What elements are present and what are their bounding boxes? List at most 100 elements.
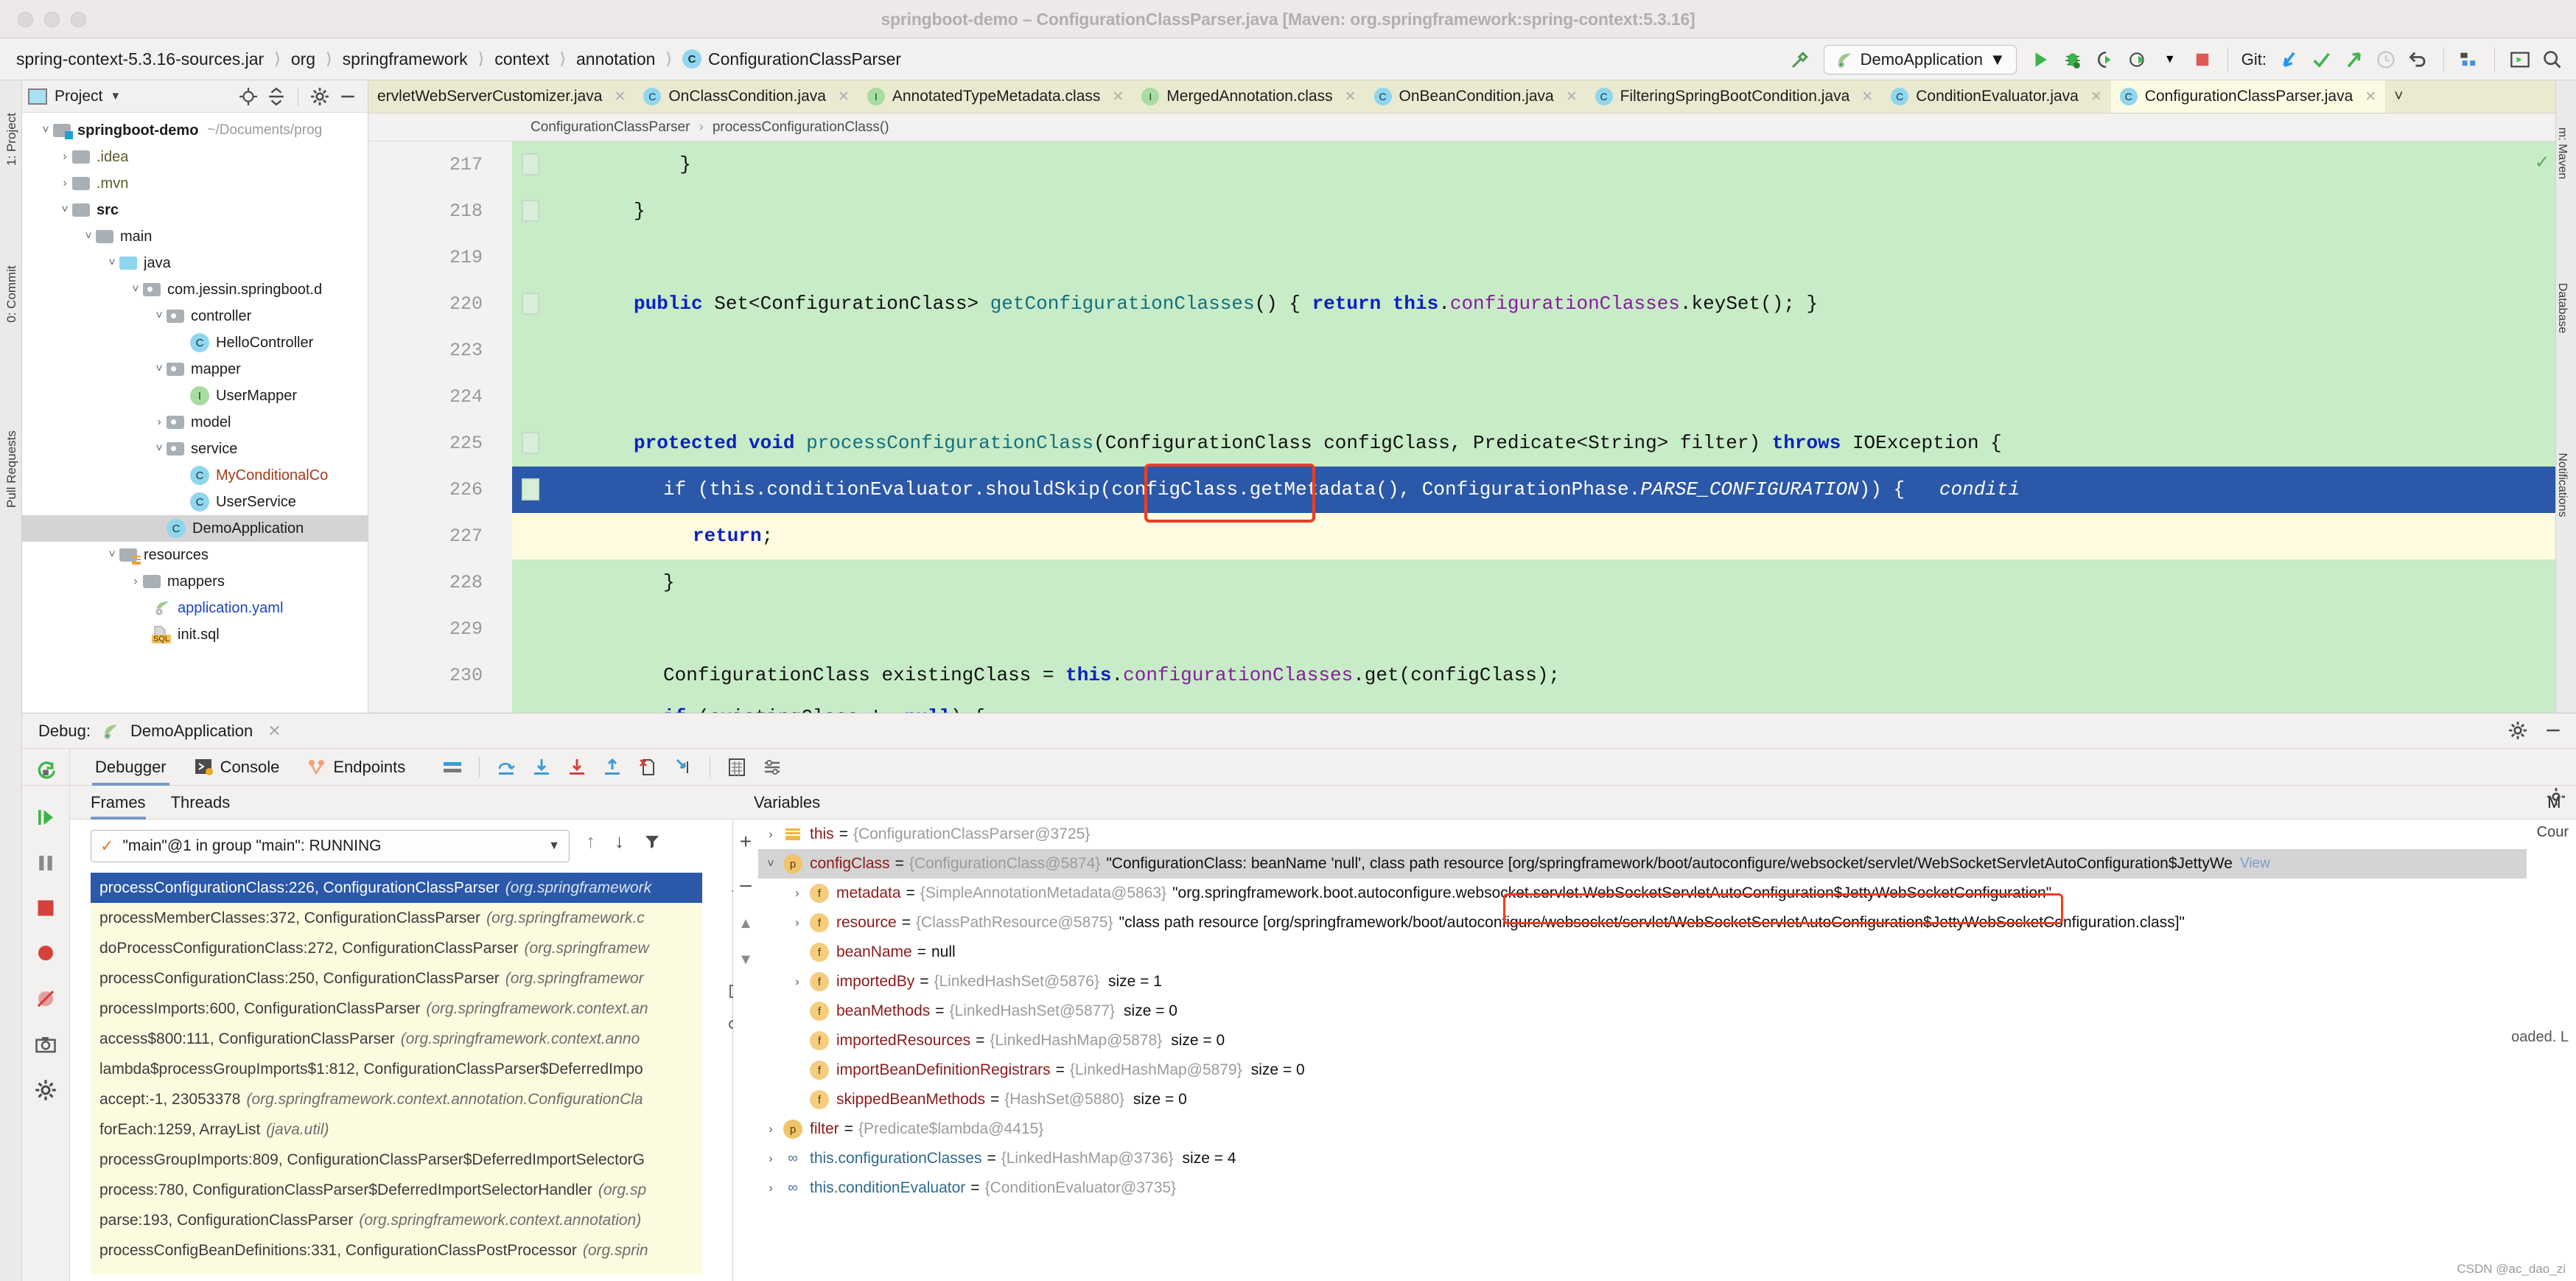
- chevron-down-icon[interactable]: ˅: [105, 548, 119, 562]
- tree-row-myconditional[interactable]: C MyConditionalCo: [22, 462, 368, 489]
- chevron-down-icon[interactable]: ˅: [38, 124, 53, 137]
- structure-icon[interactable]: [2453, 43, 2485, 76]
- tree-row-main[interactable]: ˅ main: [22, 223, 368, 250]
- frame-row[interactable]: lambda$processGroupImports$1:812, Config…: [91, 1054, 702, 1084]
- chevron-right-icon[interactable]: ›: [758, 1181, 783, 1196]
- editor-tab-onclasscondition[interactable]: C OnClassCondition.java ✕: [634, 80, 858, 113]
- chevron-right-icon[interactable]: ›: [758, 1151, 783, 1166]
- view-breakpoints-icon[interactable]: [35, 942, 57, 964]
- variable-row-skippedbeanmethods[interactable]: f skippedBeanMethods = {HashSet@5880} si…: [758, 1085, 2527, 1114]
- frame-row[interactable]: forEach:1259, ArrayList (java.util): [91, 1114, 702, 1145]
- variable-row-importbeandefinitionregistrars[interactable]: f importBeanDefinitionRegistrars = {Link…: [758, 1055, 2527, 1085]
- step-out-icon[interactable]: [602, 757, 623, 778]
- tool-tab-maven[interactable]: m: Maven: [2555, 113, 2569, 194]
- git-update-icon[interactable]: [2272, 43, 2305, 76]
- tool-tab-notifications[interactable]: Notifications: [2555, 444, 2569, 526]
- tree-row-hellocontroller[interactable]: C HelloController: [22, 329, 368, 356]
- tab-threads[interactable]: Threads: [171, 786, 231, 820]
- editor-tab-overflow-button[interactable]: ˅: [2385, 80, 2412, 113]
- breadcrumb-item-springframework[interactable]: springframework: [343, 49, 468, 69]
- build-hammer-icon[interactable]: [1784, 43, 1816, 76]
- chevron-down-icon[interactable]: ▼: [548, 840, 560, 853]
- tree-row-userservice[interactable]: C UserService: [22, 489, 368, 515]
- run-to-cursor-icon[interactable]: [673, 757, 693, 778]
- git-history-icon[interactable]: [2370, 43, 2402, 76]
- chevron-down-icon[interactable]: ˅: [152, 442, 167, 455]
- gear-icon[interactable]: [310, 87, 329, 106]
- editor-tab-configurationclassparser[interactable]: C ConfigurationClassParser.java ✕: [2110, 80, 2386, 113]
- resume-program-icon[interactable]: [35, 806, 57, 828]
- fold-marker-icon[interactable]: [522, 293, 539, 315]
- frame-row[interactable]: processMemberClasses:372, ConfigurationC…: [91, 903, 702, 933]
- close-icon[interactable]: ✕: [1566, 88, 1578, 105]
- tree-row-controller[interactable]: ˅ controller: [22, 303, 368, 329]
- chevron-down-icon[interactable]: ▼: [2154, 43, 2186, 76]
- breadcrumb-item-jar[interactable]: spring-context-5.3.16-sources.jar: [16, 49, 264, 69]
- chevron-down-icon[interactable]: ˅: [81, 230, 96, 243]
- move-down-icon[interactable]: ▼: [738, 952, 753, 968]
- pause-program-icon[interactable]: [35, 852, 57, 874]
- settings-icon[interactable]: [2547, 787, 2566, 806]
- run-with-coverage-icon[interactable]: [2089, 43, 2121, 76]
- arrow-down-icon[interactable]: ↓: [615, 830, 624, 853]
- frame-row[interactable]: process:780, ConfigurationClassParser$De…: [91, 1175, 702, 1205]
- git-commit-icon[interactable]: [2305, 43, 2337, 76]
- variable-row-importedby[interactable]: › f importedBy = {LinkedHashSet@5876} si…: [758, 967, 2527, 996]
- chevron-down-icon[interactable]: ˅: [152, 363, 167, 376]
- close-icon[interactable]: ✕: [614, 88, 626, 105]
- close-icon[interactable]: ✕: [838, 88, 850, 105]
- tree-row-service[interactable]: ˅ service: [22, 436, 368, 462]
- force-step-into-icon[interactable]: [567, 757, 587, 778]
- tool-tab-database[interactable]: Database: [2555, 268, 2569, 349]
- add-watch-icon[interactable]: +: [740, 830, 752, 854]
- drop-frame-icon[interactable]: [637, 757, 658, 778]
- rerun-icon[interactable]: [35, 761, 57, 783]
- move-up-icon[interactable]: ▲: [738, 915, 753, 932]
- editor-tab-filteringspringbootcondition[interactable]: C FilteringSpringBootCondition.java ✕: [1586, 80, 1883, 113]
- frame-row[interactable]: parse:193, ConfigurationClassParser (org.…: [91, 1205, 702, 1235]
- hide-icon[interactable]: [2544, 721, 2563, 740]
- step-into-icon[interactable]: [531, 757, 552, 778]
- git-rollback-icon[interactable]: [2402, 43, 2435, 76]
- code-editor[interactable]: 217 } 218 } 219 220 public Set<Configura…: [368, 142, 2576, 713]
- chevron-right-icon[interactable]: ›: [758, 1122, 783, 1137]
- gear-icon[interactable]: [2508, 721, 2527, 740]
- view-link[interactable]: View: [2240, 856, 2270, 872]
- tree-row-package-root[interactable]: ˅ com.jessin.springboot.d: [22, 276, 368, 303]
- tree-row-springboot-demo[interactable]: ˅ springboot-demo ~/Documents/prog: [22, 117, 368, 144]
- terminal-icon[interactable]: [2504, 43, 2536, 76]
- close-icon[interactable]: ✕: [267, 722, 281, 741]
- locate-file-icon[interactable]: [239, 87, 258, 106]
- tab-frames[interactable]: Frames: [91, 786, 146, 820]
- tab-endpoints[interactable]: Endpoints: [304, 749, 408, 786]
- run-configuration-selector[interactable]: DemoApplication ▼: [1823, 44, 2017, 74]
- layout-settings-icon[interactable]: [442, 758, 463, 776]
- frame-row[interactable]: processGroupImports:809, ConfigurationCl…: [91, 1145, 702, 1175]
- variable-row-importedresources[interactable]: f importedResources = {LinkedHashMap@587…: [758, 1026, 2527, 1055]
- hide-icon[interactable]: [338, 87, 357, 106]
- variable-row-conditionevaluator[interactable]: › ∞ this.conditionEvaluator = {Condition…: [758, 1173, 2527, 1203]
- variable-row-this[interactable]: › this = {ConfigurationClassParser@3725}: [758, 820, 2527, 849]
- frame-row[interactable]: processConfigurationClass:250, Configura…: [91, 963, 702, 994]
- tree-row-resources[interactable]: ˅ resources: [22, 542, 368, 568]
- chevron-right-icon[interactable]: ›: [128, 575, 143, 588]
- frame-row[interactable]: processImports:600, ConfigurationClassPa…: [91, 994, 702, 1024]
- chevron-down-icon[interactable]: ˅: [758, 856, 783, 871]
- close-icon[interactable]: ✕: [1112, 88, 1124, 105]
- variables-tree[interactable]: › this = {ConfigurationClassParser@3725}…: [758, 820, 2527, 1281]
- fold-marker-icon[interactable]: [522, 478, 539, 500]
- tree-row-demoapplication[interactable]: C DemoApplication: [22, 515, 368, 542]
- thread-selector[interactable]: ✓ "main"@1 in group "main": RUNNING ▼: [91, 830, 570, 862]
- chevron-down-icon[interactable]: ˅: [57, 203, 72, 217]
- breadcrumb-item-org[interactable]: org: [291, 49, 315, 69]
- tab-console[interactable]: Console: [192, 749, 283, 786]
- tree-row-model[interactable]: › model: [22, 409, 368, 436]
- editor-tab-servletwebservercustomizer[interactable]: ervletWebServerCustomizer.java ✕: [368, 80, 634, 113]
- fold-marker-icon[interactable]: [522, 200, 539, 222]
- chevron-down-icon[interactable]: ˅: [105, 256, 119, 270]
- step-over-icon[interactable]: [496, 757, 517, 778]
- stop-icon[interactable]: [2186, 43, 2219, 76]
- chevron-down-icon[interactable]: ˅: [152, 310, 167, 323]
- arrow-up-icon[interactable]: ↑: [586, 830, 595, 853]
- debug-icon[interactable]: [2057, 43, 2089, 76]
